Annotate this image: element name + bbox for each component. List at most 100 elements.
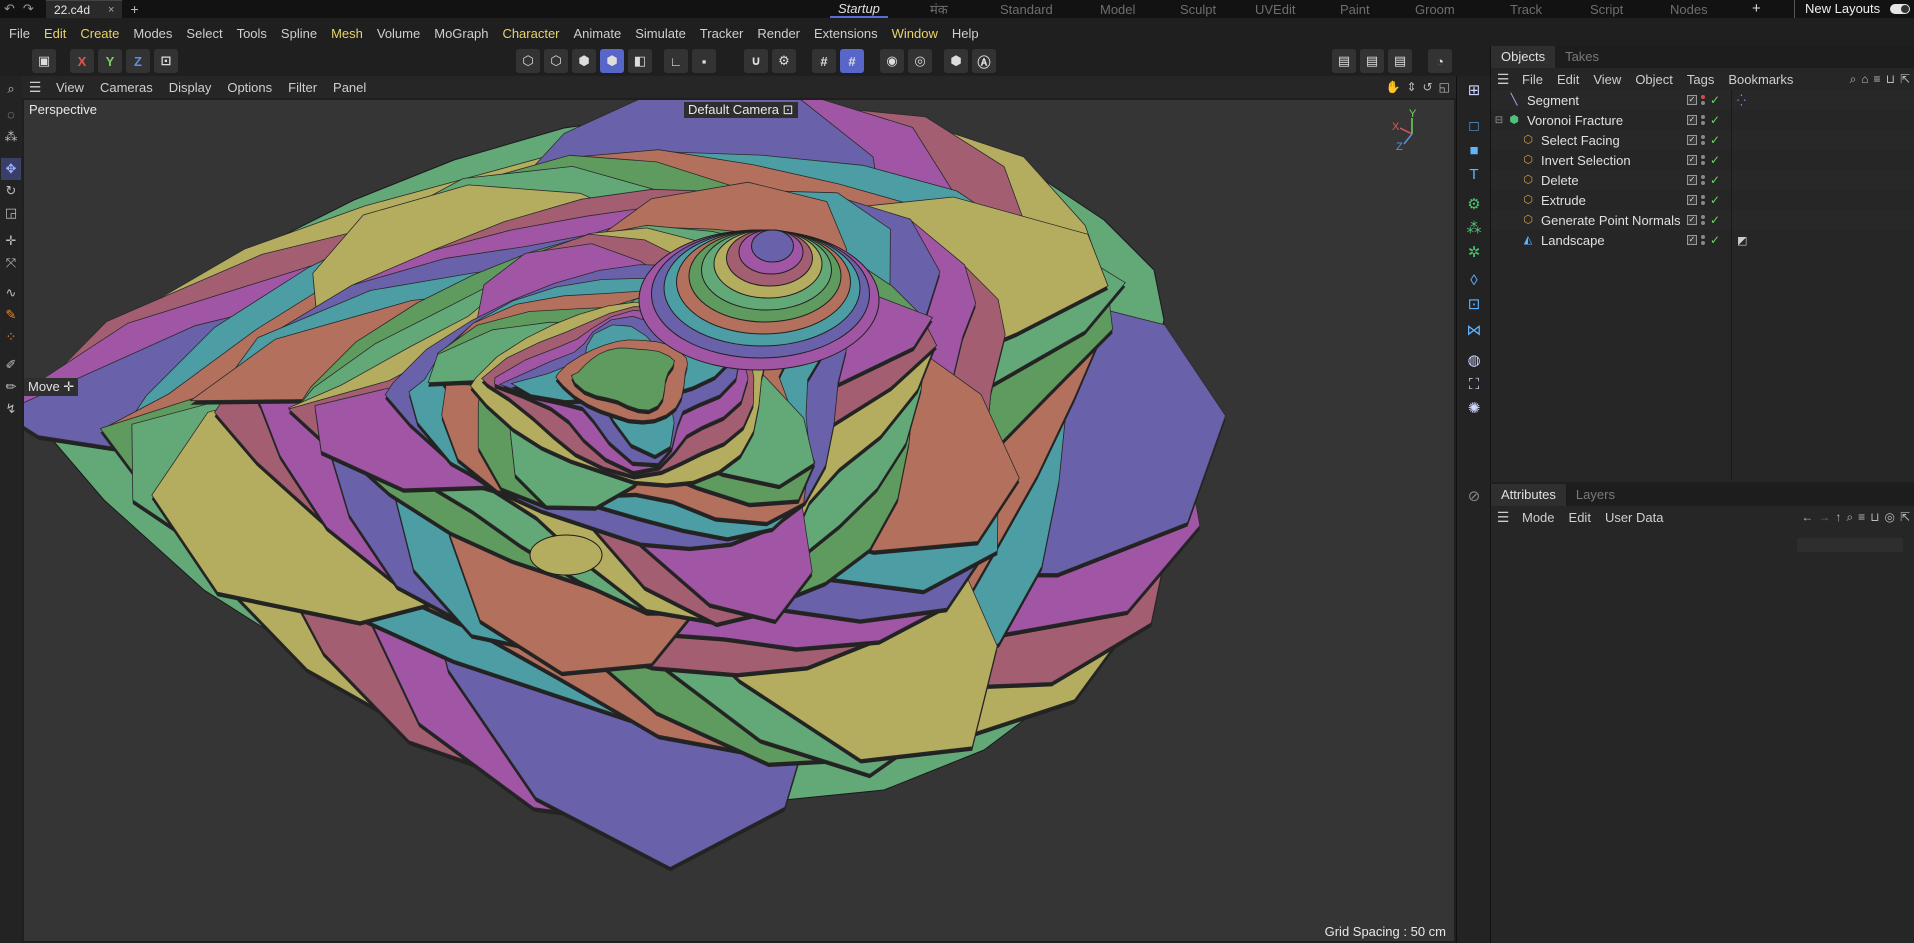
menu-select[interactable]: Select	[179, 26, 229, 41]
render-view-icon[interactable]: ▤	[1332, 49, 1356, 73]
menu-simulate[interactable]: Simulate	[628, 26, 693, 41]
viewport-menu-filter[interactable]: Filter	[280, 80, 325, 95]
filter-icon[interactable]: ≡	[1858, 510, 1865, 524]
attributes-tab-layers[interactable]: Layers	[1566, 484, 1625, 506]
polygons-mode-icon[interactable]: ⬢	[572, 49, 596, 73]
brush-tool-icon[interactable]: ✐	[1, 354, 21, 376]
menu-render[interactable]: Render	[750, 26, 807, 41]
menu-mograph[interactable]: MoGraph	[427, 26, 495, 41]
environment-icon[interactable]: ◍	[1463, 350, 1485, 372]
coordinate-system-icon[interactable]: ⊡	[154, 49, 178, 73]
axis-mode-icon[interactable]: ∟	[664, 49, 688, 73]
enabled-check-icon[interactable]: ✓	[1710, 233, 1720, 247]
viewport-menu-cameras[interactable]: Cameras	[92, 80, 161, 95]
visibility-dots[interactable]	[1701, 135, 1706, 145]
generator-icon[interactable]: ⚙	[1463, 194, 1485, 216]
menu-create[interactable]: Create	[73, 26, 126, 41]
rotate-tool-icon[interactable]: ↻	[1, 180, 21, 202]
layer-checkbox[interactable]: ✓	[1687, 235, 1697, 245]
pencil-tool-icon[interactable]: ✏	[1, 376, 21, 398]
objects-menu-file[interactable]: File	[1515, 72, 1550, 87]
menu-tracker[interactable]: Tracker	[693, 26, 751, 41]
enabled-check-icon[interactable]: ✓	[1710, 93, 1720, 107]
close-tab-icon[interactable]: ×	[108, 4, 114, 16]
object-row[interactable]: ◭ Landscape ✓ ✓ ◩	[1491, 230, 1914, 250]
selection-tool-icon[interactable]: ⁂	[1, 126, 21, 148]
undo-stack-icon[interactable]: ▣	[32, 49, 56, 73]
undo-icon[interactable]: ↶	[4, 1, 15, 17]
home-icon[interactable]: ⌂	[1861, 72, 1868, 86]
viewport-menu-view[interactable]: View	[48, 80, 92, 95]
layout-tab-1[interactable]: मंक	[930, 0, 948, 18]
enabled-check-icon[interactable]: ✓	[1710, 213, 1720, 227]
new-layouts-toggle[interactable]	[1890, 4, 1910, 14]
model-mode-icon[interactable]: ⬢	[600, 49, 624, 73]
phong-tag-icon[interactable]: ◩	[1737, 234, 1747, 247]
enabled-check-icon[interactable]: ✓	[1710, 113, 1720, 127]
objects-tab-objects[interactable]: Objects	[1491, 46, 1556, 68]
menu-tools[interactable]: Tools	[230, 26, 274, 41]
attributes-menu-edit[interactable]: Edit	[1562, 510, 1598, 525]
python-icon[interactable]: ⬢	[944, 49, 968, 73]
knife-tool-icon[interactable]: ✎	[1, 304, 21, 326]
render-settings-icon[interactable]: ◎	[908, 49, 932, 73]
maximize-icon[interactable]: ◱	[1439, 80, 1450, 94]
filter-icon[interactable]: ≡	[1874, 72, 1881, 86]
asset-browser-icon[interactable]: Ⓐ	[972, 49, 996, 73]
objects-menu-edit[interactable]: Edit	[1550, 72, 1586, 87]
spline-tag-icon[interactable]: ⁛	[1737, 94, 1746, 107]
enabled-check-icon[interactable]: ✓	[1710, 193, 1720, 207]
forward-arrow-icon[interactable]: →	[1818, 510, 1830, 524]
layout-tab-7[interactable]: Groom	[1415, 2, 1455, 17]
menu-spline[interactable]: Spline	[274, 26, 324, 41]
effector-icon[interactable]: ✲	[1463, 242, 1485, 264]
field-icon[interactable]: ⊡	[1463, 294, 1485, 316]
layout-tab-0[interactable]: Startup	[830, 1, 888, 18]
orbit-icon[interactable]: ↺	[1423, 80, 1433, 94]
placement-tool-icon[interactable]: ⤧	[1, 252, 21, 274]
viewport-hamburger-icon[interactable]: ☰	[22, 79, 48, 96]
menu-modes[interactable]: Modes	[126, 26, 179, 41]
grid-snap-icon[interactable]: #	[840, 49, 864, 73]
dock-icon[interactable]: ◔	[1428, 49, 1452, 73]
viewport-3d[interactable]: Perspective Default Camera ⊡ Move ✛ Grid…	[24, 100, 1454, 941]
magnet-tool-icon[interactable]: ↯	[1, 398, 21, 420]
render-dot-icon[interactable]: ◉	[880, 49, 904, 73]
layer-checkbox[interactable]: ✓	[1687, 115, 1697, 125]
layout-tab-10[interactable]: Nodes	[1670, 2, 1708, 17]
spline-pen-icon[interactable]: ∿	[1, 282, 21, 304]
menu-extensions[interactable]: Extensions	[807, 26, 885, 41]
visibility-dots[interactable]	[1701, 215, 1706, 225]
menu-file[interactable]: File	[2, 26, 37, 41]
menu-character[interactable]: Character	[495, 26, 566, 41]
edit-render-settings-icon[interactable]: ▤	[1388, 49, 1412, 73]
attributes-tab-attributes[interactable]: Attributes	[1491, 484, 1566, 506]
attributes-menu-user-data[interactable]: User Data	[1598, 510, 1671, 525]
search-icon[interactable]: ⌕	[1846, 510, 1853, 525]
camera-menu-icon[interactable]: ⊡	[783, 102, 794, 117]
new-tab-button[interactable]: +	[122, 1, 146, 17]
render-picture-viewer-icon[interactable]: ▤	[1360, 49, 1384, 73]
layout-tab-6[interactable]: Paint	[1340, 2, 1370, 17]
cube-icon[interactable]: ■	[1463, 140, 1485, 162]
redo-icon[interactable]: ↷	[23, 1, 34, 17]
polygon-pen-icon[interactable]: ⁘	[1, 326, 21, 348]
menu-window[interactable]: Window	[885, 26, 945, 41]
snap-magnet-icon[interactable]: ∪	[744, 49, 768, 73]
points-mode-icon[interactable]: ⬡	[516, 49, 540, 73]
expand-icon[interactable]: ⇱	[1900, 510, 1910, 524]
viewport-menu-display[interactable]: Display	[161, 80, 220, 95]
camera-object-icon[interactable]: ⛶	[1463, 374, 1485, 396]
layout-tab-2[interactable]: Standard	[1000, 2, 1053, 17]
light-object-icon[interactable]: ✺	[1463, 398, 1485, 420]
visibility-dots[interactable]	[1701, 155, 1706, 165]
layer-checkbox[interactable]: ✓	[1687, 215, 1697, 225]
lock-icon[interactable]: ⊔	[1870, 510, 1879, 524]
mograph-cloner-icon[interactable]: ⁂	[1463, 218, 1485, 240]
layer-checkbox[interactable]: ✓	[1687, 155, 1697, 165]
enabled-check-icon[interactable]: ✓	[1710, 173, 1720, 187]
layer-checkbox[interactable]: ✓	[1687, 195, 1697, 205]
menu-mesh[interactable]: Mesh	[324, 26, 370, 41]
search-icon[interactable]: ⌕	[1, 78, 21, 100]
uv-mode-icon[interactable]: ◧	[628, 49, 652, 73]
